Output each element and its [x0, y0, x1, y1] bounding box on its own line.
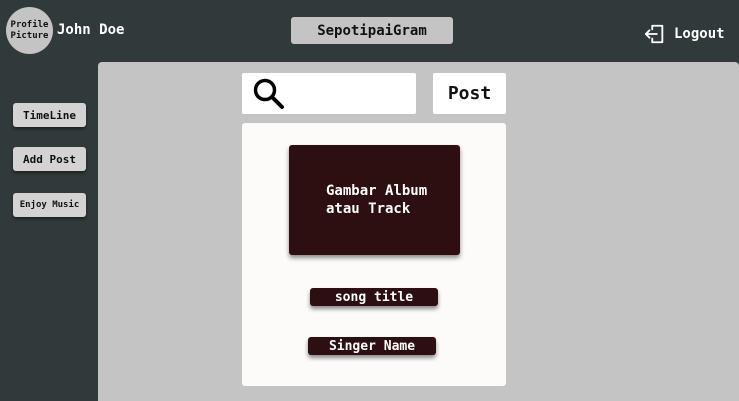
sidebar-item-enjoy-music[interactable]: Enjoy Music — [13, 193, 86, 217]
post-button-label: Post — [447, 83, 492, 104]
avatar[interactable]: Profile Picture — [6, 7, 53, 54]
search-input[interactable] — [290, 77, 412, 111]
sidebar-item-label: TimeLine — [23, 108, 76, 122]
avatar-label-line1: Profile — [10, 19, 49, 30]
album-art-label: Gambar Album atau Track — [326, 183, 428, 217]
singer-name: Singer Name — [308, 337, 436, 355]
app-title-text: SepotipaiGram — [317, 22, 427, 39]
post-button[interactable]: Post — [433, 73, 506, 114]
album-art-placeholder[interactable]: Gambar Album atau Track — [289, 145, 460, 255]
logout-icon — [644, 24, 664, 44]
username: John Doe — [57, 22, 125, 38]
sidebar-item-label: Add Post — [23, 152, 76, 166]
search-box[interactable] — [242, 73, 416, 114]
app-title: SepotipaiGram — [291, 17, 453, 44]
sidebar-item-label: Enjoy Music — [19, 200, 80, 210]
logout-label: Logout — [674, 26, 725, 42]
sidebar-item-add-post[interactable]: Add Post — [13, 147, 86, 171]
avatar-label-line2: Picture — [10, 30, 49, 41]
singer-name-text: Singer Name — [328, 338, 416, 354]
sidebar-item-timeline[interactable]: TimeLine — [13, 103, 86, 127]
song-title: song title — [310, 288, 438, 306]
logout-button[interactable]: Logout — [644, 23, 725, 45]
search-icon[interactable] — [252, 77, 286, 111]
song-title-text: song title — [334, 289, 414, 305]
